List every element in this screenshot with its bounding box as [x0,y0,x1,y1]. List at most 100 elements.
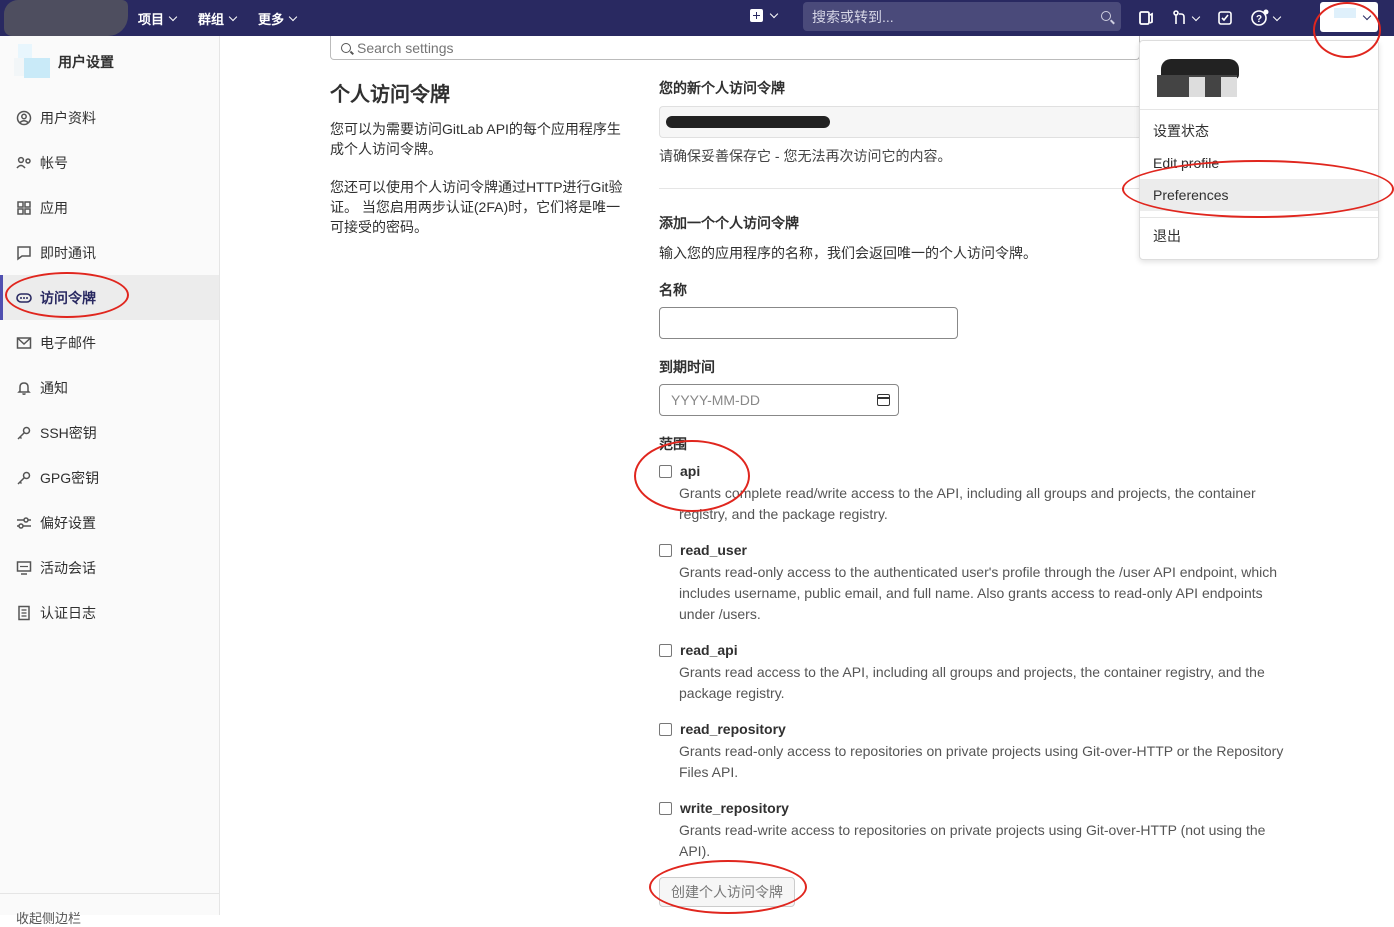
nav-menu: 项目 群组 更多 [138,0,298,36]
scope-desc: Grants read-write access to repositories… [679,822,1266,859]
menu-item-edit-profile[interactable]: Edit profile [1140,147,1378,179]
sidebar-item-label: 用户资料 [40,109,96,126]
section-intro: 个人访问令牌 您可以为需要访问GitLab API的每个应用程序生成个人访问令牌… [330,78,630,255]
account-icon [16,155,32,171]
key-icon [16,470,32,486]
scope-read-user-checkbox[interactable] [659,543,672,557]
help-icon[interactable]: ? [1251,9,1282,27]
scope-read-repository-checkbox[interactable] [659,722,672,736]
token-name-input[interactable] [659,307,958,339]
scope-api-checkbox[interactable] [659,464,672,478]
scopes-label: 范围 [659,436,687,452]
avatar [1334,8,1356,18]
scope-name: api [680,463,701,479]
global-search[interactable] [803,2,1121,31]
name-label: 名称 [659,282,687,298]
create-token-button[interactable]: 创建个人访问令牌 [659,877,795,907]
user-avatar-button[interactable] [1320,2,1378,32]
intro-desc-1: 您可以为需要访问GitLab API的每个应用程序生成个人访问令牌。 [330,121,621,157]
sidebar-item-account[interactable]: 帐号 [0,140,219,185]
bell-icon [16,380,32,396]
search-input[interactable] [812,8,1092,25]
todos-icon[interactable] [1217,10,1233,26]
menu-item-set-status[interactable]: 设置状态 [1140,115,1378,147]
menu-item-sign-out[interactable]: 退出 [1140,220,1378,252]
nav-icons: ? [1138,0,1282,36]
scope-name: write_repository [680,800,789,816]
chevron-down-icon [1272,12,1282,21]
settings-sidebar: 用户设置 用户资料 帐号 应用 即时通讯 访问令牌 电子邮件 通知 SSH密钥 … [0,36,220,926]
sidebar-item-profile[interactable]: 用户资料 [0,95,219,140]
sidebar-item-applications[interactable]: 应用 [0,185,219,230]
sidebar-item-label: 帐号 [40,154,68,171]
page-title: 个人访问令牌 [330,84,450,106]
scope-write-repository-checkbox[interactable] [659,801,672,815]
sidebar-title: 用户设置 [58,54,114,70]
sidebar-item-label: 应用 [40,199,68,216]
scope-api: api Grants complete read/write access to… [659,463,1289,525]
nav-projects-menu[interactable]: 项目 [138,9,178,28]
sidebar-item-ssh-keys[interactable]: SSH密钥 [0,410,219,455]
chat-icon [16,245,32,261]
new-token-field[interactable] [659,106,1140,138]
sidebar-header[interactable]: 用户设置 [14,44,114,80]
settings-search[interactable] [330,36,1140,60]
expiry-label: 到期时间 [659,359,715,375]
scope-read-api: read_api Grants read access to the API, … [659,642,1289,704]
chevron-down-icon [769,9,779,19]
merge-requests-icon[interactable] [1172,10,1201,26]
redacted-logo [4,0,128,36]
mail-icon [16,335,32,351]
applications-icon [16,200,32,216]
sidebar-item-active-sessions[interactable]: 活动会话 [0,545,219,590]
scope-read-api-checkbox[interactable] [659,643,672,657]
menu-item-preferences[interactable]: Preferences [1140,179,1378,211]
expiry-placeholder: YYYY-MM-DD [671,392,760,408]
nav-groups-menu[interactable]: 群组 [198,9,238,28]
issues-icon[interactable] [1138,10,1154,26]
settings-search-input[interactable] [357,39,1117,56]
redacted-user-name[interactable] [1157,57,1253,101]
scope-name: read_api [680,642,738,658]
redacted-token [666,116,830,128]
sidebar-item-gpg-keys[interactable]: GPG密钥 [0,455,219,500]
scope-name: read_repository [680,721,786,737]
scope-desc: Grants read-only access to the authentic… [679,564,1278,622]
divider [1140,217,1378,218]
scope-read-user: read_user Grants read-only access to the… [659,542,1289,625]
new-dropdown-button[interactable] [750,9,779,22]
sidebar-item-label: 偏好设置 [40,514,96,531]
scope-desc: Grants read access to the API, including… [679,664,1265,701]
calendar-icon[interactable] [877,394,890,406]
sidebar-item-label: 即时通讯 [40,244,96,261]
monitor-icon [16,560,32,576]
intro-desc-2: 您还可以使用个人访问令牌通过HTTP进行Git验证。 当您启用两步认证(2FA)… [330,179,623,235]
top-navbar: 项目 群组 更多 ? [0,0,1394,36]
user-dropdown-menu: 设置状态 Edit profile Preferences 退出 [1139,40,1379,260]
log-icon [16,605,32,621]
chevron-down-icon [288,12,298,21]
expiry-date-input[interactable]: YYYY-MM-DD [659,384,899,416]
token-icon [16,290,32,306]
chevron-down-icon [1191,12,1201,21]
user-circle-icon [16,110,32,126]
sidebar-item-label: 认证日志 [40,604,96,621]
nav-more-menu[interactable]: 更多 [258,9,298,28]
chevron-down-icon [168,12,178,21]
collapse-sidebar-button[interactable]: 收起侧边栏 [0,893,219,926]
sidebar-item-label: 活动会话 [40,559,96,576]
sidebar-item-label: SSH密钥 [40,424,97,441]
sidebar-item-access-tokens[interactable]: 访问令牌 [0,275,219,320]
sidebar-item-chat[interactable]: 即时通讯 [0,230,219,275]
sidebar-item-auth-log[interactable]: 认证日志 [0,590,219,635]
sidebar-item-preferences[interactable]: 偏好设置 [0,500,219,545]
sidebar-item-emails[interactable]: 电子邮件 [0,320,219,365]
sidebar-item-label: 电子邮件 [40,334,96,351]
divider [1140,109,1378,110]
add-token-desc: 输入您的应用程序的名称，我们会返回唯一的个人访问令牌。 [659,245,1037,261]
chevron-down-icon [1362,11,1372,20]
new-token-help: 请确保妥善保存它 - 您无法再次访问它的内容。 [659,148,952,164]
sidebar-item-notifications[interactable]: 通知 [0,365,219,410]
search-icon [1101,11,1111,21]
search-icon [341,42,351,53]
